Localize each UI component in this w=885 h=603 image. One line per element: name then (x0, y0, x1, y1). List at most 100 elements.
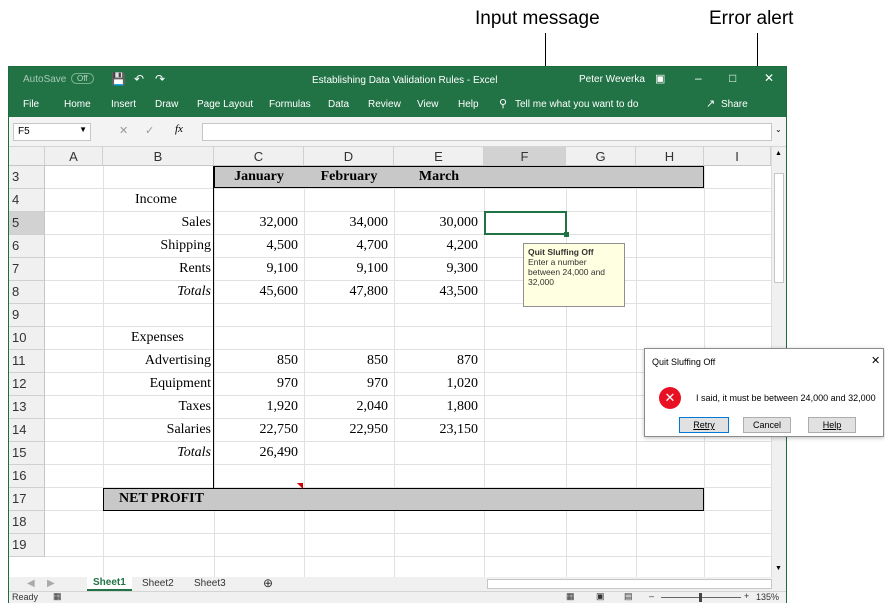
cell-value[interactable]: 1,800 (394, 396, 479, 418)
row-header[interactable]: 13 (9, 396, 45, 419)
row-header[interactable]: 8 (9, 281, 45, 304)
cell-value[interactable]: 850 (304, 350, 388, 372)
row-label[interactable]: Rents (103, 258, 211, 280)
col-header-f[interactable]: F (484, 147, 566, 166)
cell-value[interactable]: 970 (214, 373, 298, 395)
redo-icon[interactable]: ↷ (155, 72, 165, 86)
cell-value[interactable]: 43,500 (394, 281, 479, 303)
add-sheet-icon[interactable]: ⊕ (263, 576, 273, 590)
zoom-out-icon[interactable]: – (649, 591, 654, 601)
row-label[interactable]: Taxes (103, 396, 211, 418)
active-cell-f5[interactable] (484, 211, 567, 235)
cell-value[interactable]: 970 (304, 373, 388, 395)
row-header[interactable]: 14 (9, 419, 45, 442)
row-header[interactable]: 10 (9, 327, 45, 350)
close-icon[interactable]: ✕ (871, 354, 880, 367)
cell-value[interactable]: 34,000 (304, 212, 389, 234)
page-break-view-icon[interactable]: ▤ (624, 591, 633, 602)
tab-data[interactable]: Data (328, 99, 349, 110)
retry-button[interactable]: Retry (679, 417, 729, 433)
expenses-label[interactable]: Expenses (131, 327, 184, 349)
row-header[interactable]: 19 (9, 534, 45, 557)
undo-icon[interactable]: ↶ (134, 72, 144, 86)
zoom-in-icon[interactable]: + (744, 591, 749, 601)
cell-value[interactable]: 22,950 (304, 419, 389, 441)
row-header[interactable]: 15 (9, 442, 45, 465)
col-header-a[interactable]: A (45, 147, 103, 166)
function-icon[interactable]: fx (175, 123, 183, 135)
scroll-thumb[interactable] (774, 173, 784, 283)
col-header-g[interactable]: G (566, 147, 636, 166)
tab-formulas[interactable]: Formulas (269, 99, 311, 110)
close-icon[interactable]: ✕ (764, 71, 774, 85)
cell-value[interactable]: 30,000 (394, 212, 479, 234)
enter-icon[interactable]: ✓ (145, 124, 154, 137)
row-header[interactable]: 9 (9, 304, 45, 327)
cancel-button[interactable]: Cancel (743, 417, 791, 433)
row-header[interactable]: 3 (9, 166, 45, 189)
formula-input[interactable] (202, 123, 772, 141)
fill-handle[interactable] (564, 232, 569, 237)
header-february[interactable]: February (304, 166, 394, 188)
row-header[interactable]: 11 (9, 350, 45, 373)
income-label[interactable]: Income (135, 189, 177, 211)
col-header-b[interactable]: B (103, 147, 214, 166)
cell-value[interactable]: 45,600 (214, 281, 299, 303)
page-layout-view-icon[interactable]: ▣ (596, 591, 605, 602)
zoom-slider-thumb[interactable] (699, 593, 702, 602)
row-header[interactable]: 4 (9, 189, 45, 212)
scroll-down-icon[interactable]: ▼ (775, 565, 782, 572)
cell-value[interactable]: 32,000 (214, 212, 299, 234)
cell-value[interactable]: 1,020 (394, 373, 479, 395)
row-header[interactable]: 12 (9, 373, 45, 396)
header-march[interactable]: March (394, 166, 484, 188)
row-label[interactable]: Shipping (103, 235, 211, 257)
col-header-h[interactable]: H (636, 147, 704, 166)
macro-record-icon[interactable]: ▦ (53, 591, 62, 602)
tell-me-box[interactable]: Tell me what you want to do (515, 99, 638, 110)
row-label[interactable]: Equipment (103, 373, 211, 395)
minimize-icon[interactable]: – (695, 71, 702, 85)
share-button[interactable]: Share (721, 99, 748, 110)
select-all-corner[interactable] (9, 147, 45, 166)
tab-home[interactable]: Home (64, 99, 91, 110)
row-header[interactable]: 18 (9, 511, 45, 534)
cell-value[interactable]: 23,150 (394, 419, 479, 441)
tab-view[interactable]: View (417, 99, 439, 110)
name-box[interactable]: F5 ▼ (13, 123, 91, 141)
maximize-icon[interactable]: □ (729, 71, 736, 85)
cell-value[interactable]: 9,100 (304, 258, 389, 280)
cell-value[interactable]: 870 (394, 350, 478, 372)
col-header-i[interactable]: I (704, 147, 771, 166)
chevron-down-icon[interactable]: ▼ (79, 125, 87, 134)
cell-value[interactable]: 850 (214, 350, 298, 372)
save-icon[interactable]: 💾 (111, 72, 126, 86)
row-header[interactable]: 17 (9, 488, 45, 511)
cell-value[interactable]: 9,100 (214, 258, 299, 280)
cell-value[interactable]: 4,700 (304, 235, 389, 257)
tab-insert[interactable]: Insert (111, 99, 136, 110)
tab-review[interactable]: Review (368, 99, 401, 110)
tab-scroll-right-icon[interactable]: ▶ (47, 578, 55, 589)
row-label[interactable]: Sales (103, 212, 211, 234)
cancel-icon[interactable]: ✕ (119, 124, 128, 137)
row-header[interactable]: 16 (9, 465, 45, 488)
header-january[interactable]: January (214, 166, 304, 188)
normal-view-icon[interactable]: ▦ (566, 591, 575, 602)
tab-page-layout[interactable]: Page Layout (197, 99, 253, 110)
help-button[interactable]: Help (808, 417, 856, 433)
cell-value[interactable]: 2,040 (304, 396, 389, 418)
cell-value[interactable]: 47,800 (304, 281, 389, 303)
scroll-up-icon[interactable]: ▲ (775, 150, 782, 157)
cell-value[interactable]: 1,920 (214, 396, 299, 418)
cell-value[interactable]: 22,750 (214, 419, 299, 441)
autosave-toggle[interactable]: Off (71, 73, 94, 84)
cell-value[interactable]: 9,300 (394, 258, 479, 280)
tab-scroll-left-icon[interactable]: ◀ (27, 578, 35, 589)
tab-file[interactable]: File (23, 99, 39, 110)
col-header-d[interactable]: D (304, 147, 394, 166)
row-label[interactable]: Salaries (103, 419, 211, 441)
ribbon-display-icon[interactable]: ▣ (655, 72, 665, 85)
row-header[interactable]: 5 (9, 212, 45, 235)
row-header[interactable]: 6 (9, 235, 45, 258)
